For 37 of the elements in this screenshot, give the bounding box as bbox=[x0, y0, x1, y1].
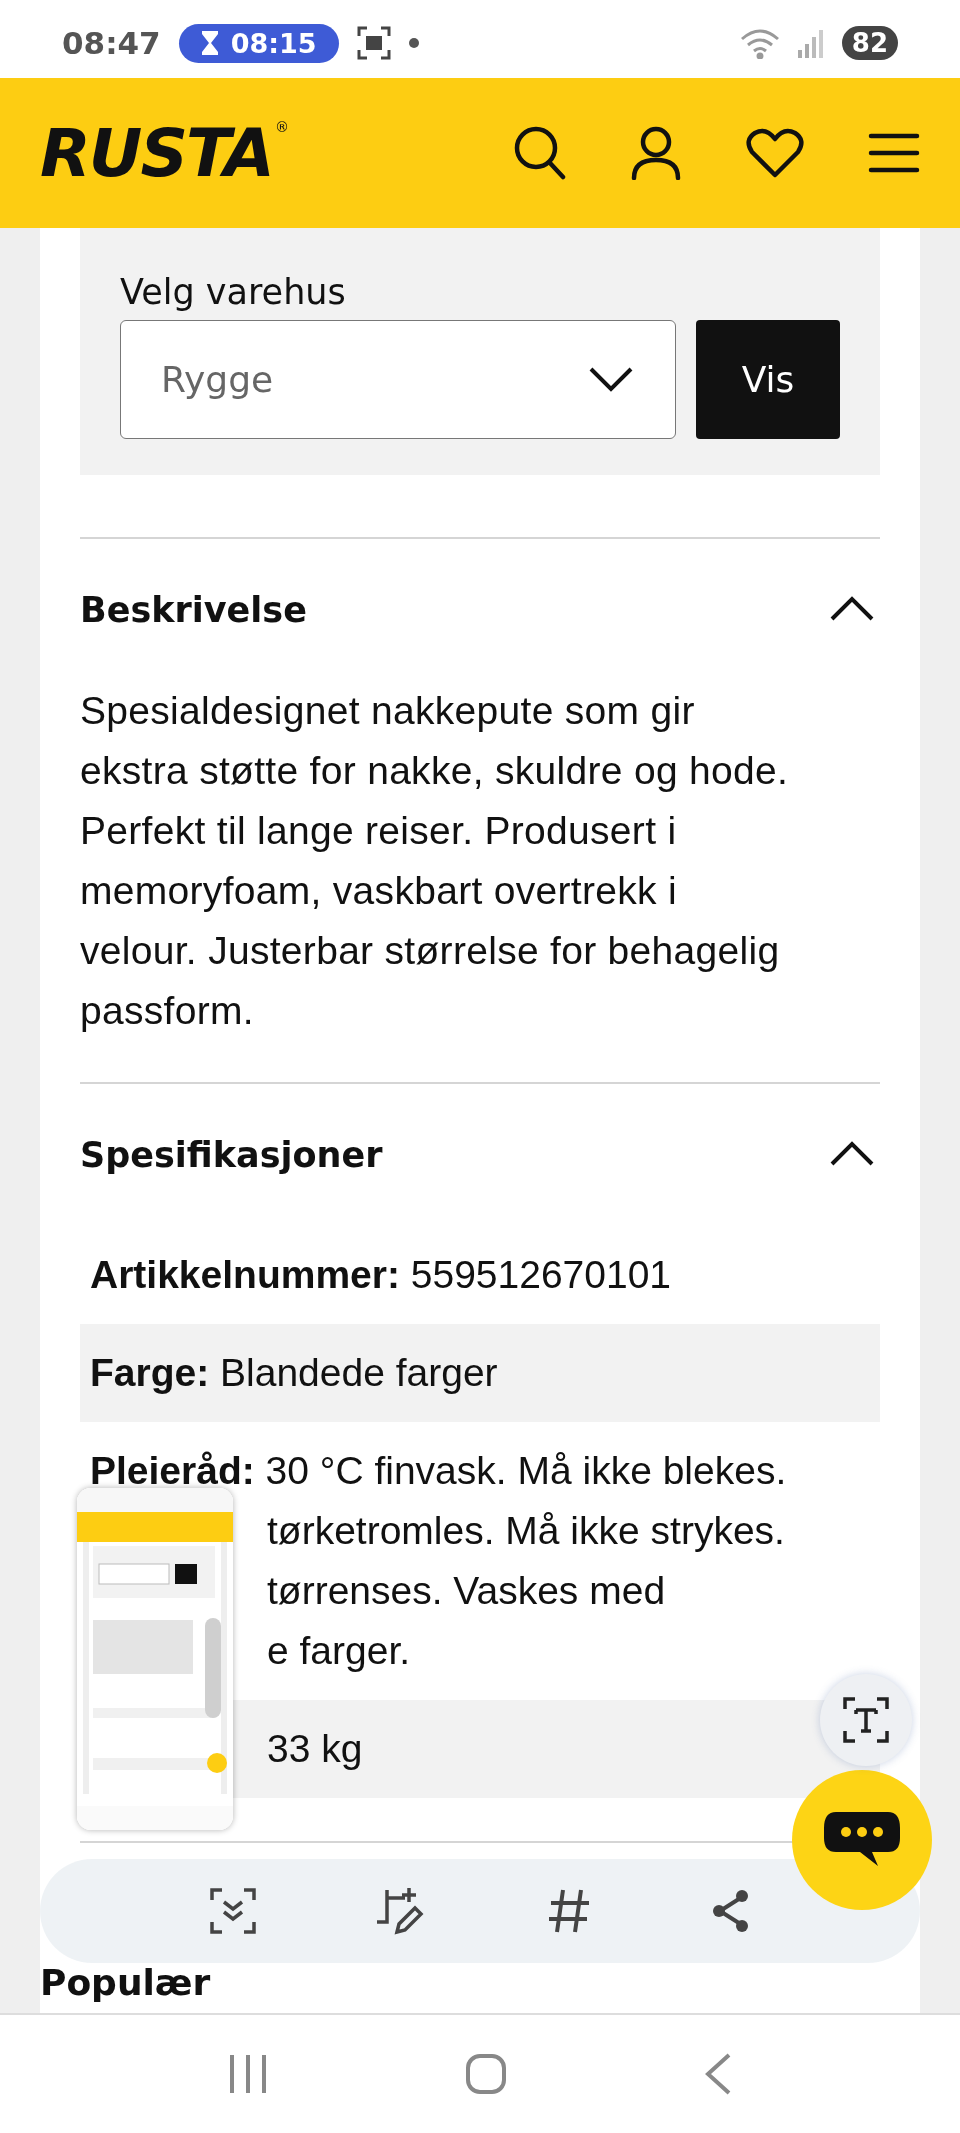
hashtag-icon[interactable] bbox=[546, 1888, 591, 1934]
chevron-up-icon[interactable] bbox=[830, 1140, 874, 1166]
share-icon[interactable] bbox=[710, 1889, 751, 1933]
recent-apps-icon[interactable] bbox=[228, 2053, 269, 2095]
hourglass-icon bbox=[200, 30, 219, 56]
show-button[interactable]: Vis bbox=[696, 320, 840, 439]
dot-icon bbox=[408, 38, 419, 48]
spec-text: Pleieråd: 30 °C finvask. Må ikke blekes. bbox=[90, 1449, 787, 1492]
gallery-icon bbox=[356, 26, 391, 60]
home-icon[interactable] bbox=[465, 2053, 507, 2095]
chevron-up-icon[interactable] bbox=[830, 595, 874, 621]
timer-chip[interactable]: 08:15 bbox=[178, 23, 339, 63]
scroll-capture-icon[interactable] bbox=[209, 1888, 256, 1934]
spec-text: e farger. bbox=[266, 1628, 412, 1674]
spec-text: 33 kg bbox=[266, 1726, 364, 1772]
description-text: Spesialdesignet nakkepute som gir ekstra støtte for nakke, skuldre og hode. Perfekt til lange reiser. Produsert i memoryfoam, vaskbart overtrekk i velour. Justerbar størrelse for behagelig passform. bbox=[80, 688, 790, 1034]
logo[interactable]: RUSTA$^{®}$ bbox=[40, 114, 287, 192]
section-title[interactable]: Spesifikasjoner bbox=[80, 1135, 383, 1175]
menu-icon[interactable] bbox=[868, 133, 920, 173]
text-scan-icon bbox=[843, 1697, 889, 1743]
chevron-down-icon[interactable] bbox=[589, 366, 633, 393]
battery-level: 82 bbox=[841, 26, 898, 60]
spec-text: tørrenses. Vaskes med bbox=[266, 1568, 667, 1614]
wifi-icon bbox=[739, 27, 780, 59]
spec-text: tørketromles. Må ikke strykes. bbox=[266, 1508, 786, 1554]
back-icon[interactable] bbox=[703, 2053, 732, 2095]
field-label: Velg varehus bbox=[120, 272, 346, 312]
account-icon[interactable] bbox=[630, 126, 682, 180]
search-icon[interactable] bbox=[514, 126, 566, 180]
heart-icon[interactable] bbox=[746, 128, 804, 178]
section-heading: Populær bbox=[40, 1963, 211, 2003]
spec-text: Farge: Blandede farger bbox=[90, 1351, 498, 1394]
signal-icon bbox=[797, 28, 824, 58]
spec-text: Artikkelnummer: 559512670101 bbox=[90, 1253, 672, 1296]
section-title[interactable]: Beskrivelse bbox=[80, 590, 307, 630]
store-select[interactable]: Rygge bbox=[120, 320, 676, 439]
clock: 08:47 bbox=[62, 25, 161, 61]
